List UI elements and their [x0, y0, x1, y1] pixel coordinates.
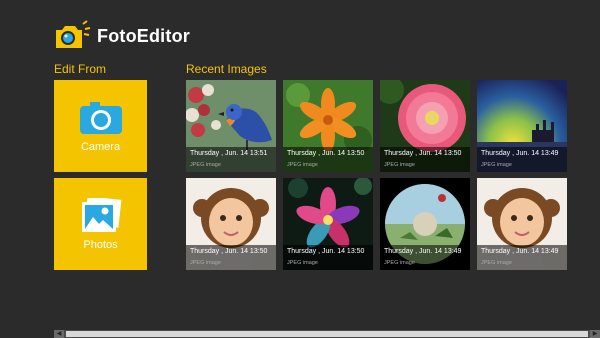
thumb-caption: Thursday , Jun. 14 13:49 JPEG image: [477, 245, 567, 270]
recent-image-thumb[interactable]: Thursday , Jun. 14 13:49 JPEG image: [477, 178, 567, 270]
scroll-thumb[interactable]: [66, 331, 588, 337]
recent-image-thumb[interactable]: Thursday , Jun. 14 13:49 JPEG image: [477, 80, 567, 172]
recent-image-thumb[interactable]: Thursday , Jun. 14 13:49 JPEG image: [380, 178, 470, 270]
thumb-caption: Thursday , Jun. 14 13:51 JPEG image: [186, 147, 276, 172]
thumb-type: JPEG image: [384, 260, 415, 266]
edit-from-heading: Edit From: [54, 62, 107, 76]
recent-images-heading: Recent Images: [186, 62, 267, 76]
photos-tile[interactable]: Photos: [54, 178, 147, 270]
recent-image-thumb[interactable]: Thursday , Jun. 14 13:50 JPEG image: [283, 178, 373, 270]
recent-image-thumb[interactable]: Thursday , Jun. 14 13:50 JPEG image: [283, 80, 373, 172]
scroll-right-icon[interactable]: ▶: [590, 330, 600, 338]
thumb-date: Thursday , Jun. 14 13:50: [287, 150, 365, 157]
thumb-caption: Thursday , Jun. 14 13:50 JPEG image: [186, 245, 276, 270]
thumb-caption: Thursday , Jun. 14 13:50 JPEG image: [283, 147, 373, 172]
thumb-caption: Thursday , Jun. 14 13:50 JPEG image: [380, 147, 470, 172]
recent-images-grid: Thursday , Jun. 14 13:51 JPEG image Thur…: [186, 80, 570, 270]
app-title: FotoEditor: [97, 26, 190, 46]
thumb-caption: Thursday , Jun. 14 13:50 JPEG image: [283, 245, 373, 270]
camera-icon: [80, 102, 122, 134]
thumb-type: JPEG image: [190, 162, 221, 168]
thumb-caption: Thursday , Jun. 14 13:49 JPEG image: [380, 245, 470, 270]
recent-image-thumb[interactable]: Thursday , Jun. 14 13:50 JPEG image: [380, 80, 470, 172]
camera-tile[interactable]: Camera: [54, 80, 147, 172]
horizontal-scrollbar[interactable]: ◀ ▶: [54, 330, 600, 338]
photos-tile-label: Photos: [83, 239, 118, 251]
app-logo: FotoEditor: [50, 20, 190, 54]
thumb-type: JPEG image: [287, 260, 318, 266]
thumb-caption: Thursday , Jun. 14 13:49 JPEG image: [477, 147, 567, 172]
thumb-type: JPEG image: [190, 260, 221, 266]
thumb-type: JPEG image: [481, 162, 512, 168]
thumb-date: Thursday , Jun. 14 13:50: [190, 248, 268, 255]
thumb-date: Thursday , Jun. 14 13:49: [481, 248, 559, 255]
thumb-date: Thursday , Jun. 14 13:49: [384, 248, 462, 255]
camera-tile-label: Camera: [80, 141, 121, 153]
photos-icon: [82, 198, 122, 232]
recent-image-thumb[interactable]: Thursday , Jun. 14 13:50 JPEG image: [186, 178, 276, 270]
thumb-date: Thursday , Jun. 14 13:50: [287, 248, 365, 255]
thumb-date: Thursday , Jun. 14 13:51: [190, 150, 268, 157]
thumb-type: JPEG image: [287, 162, 318, 168]
thumb-type: JPEG image: [481, 260, 512, 266]
scroll-left-icon[interactable]: ◀: [54, 330, 64, 338]
recent-image-thumb[interactable]: Thursday , Jun. 14 13:51 JPEG image: [186, 80, 276, 172]
logo-camera-icon: [56, 20, 91, 48]
thumb-type: JPEG image: [384, 162, 415, 168]
thumb-date: Thursday , Jun. 14 13:50: [384, 150, 462, 157]
thumb-date: Thursday , Jun. 14 13:49: [481, 150, 559, 157]
